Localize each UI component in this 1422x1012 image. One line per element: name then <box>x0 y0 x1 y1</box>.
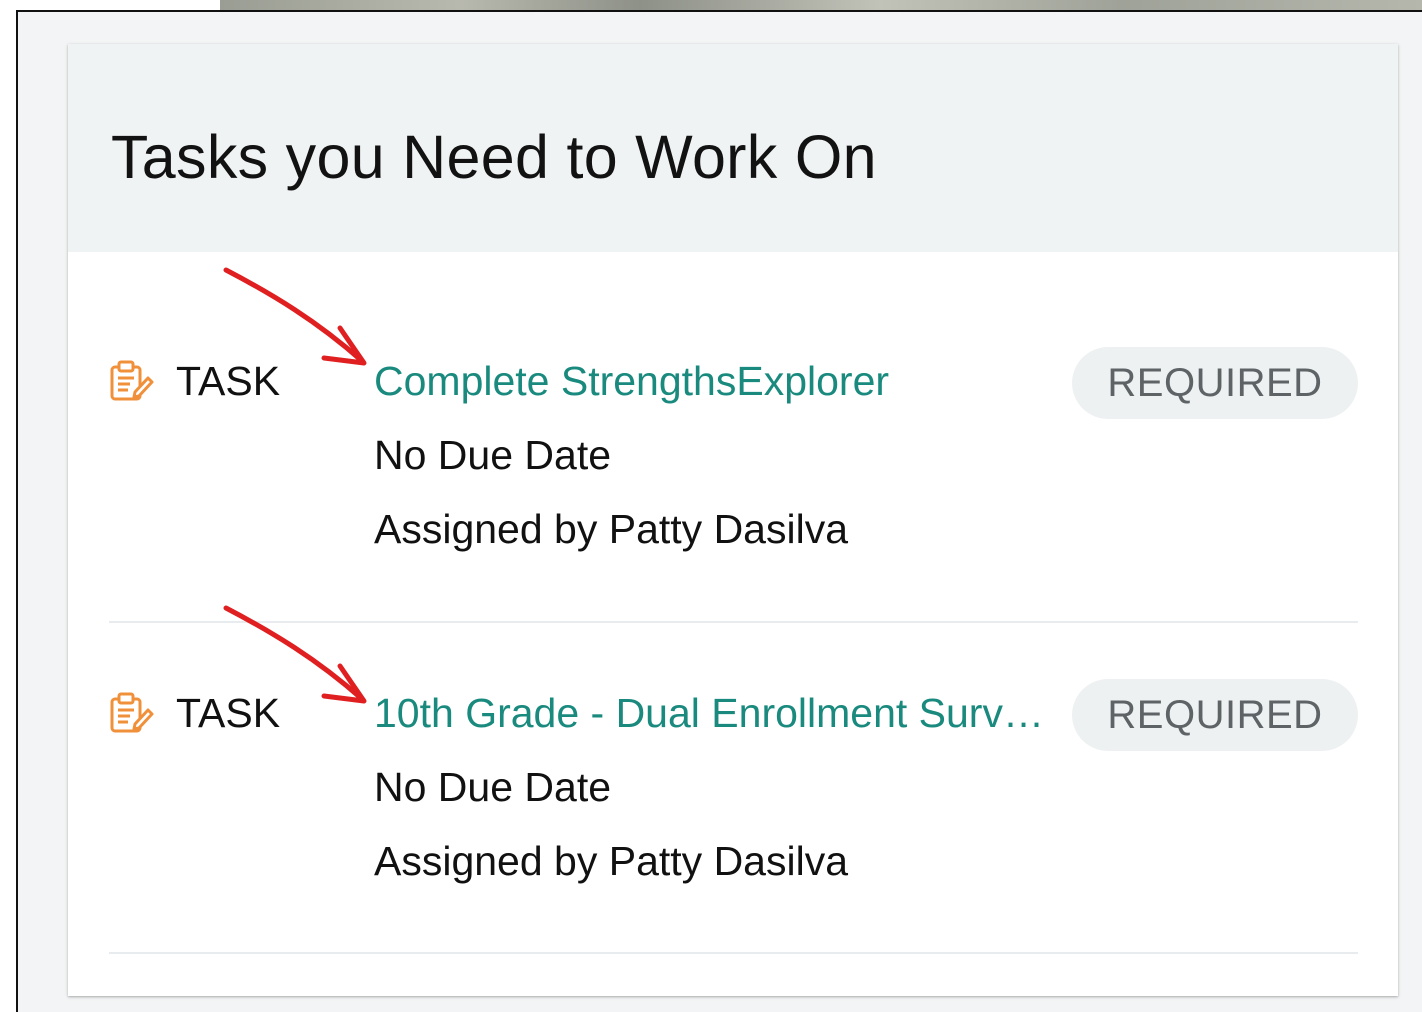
clipboard-edit-icon <box>108 690 154 736</box>
task-title-link[interactable]: 10th Grade - Dual Enrollment Survey <box>374 690 1044 737</box>
task-list-item: TASK 10th Grade - Dual Enrollment Survey… <box>68 676 1398 1006</box>
tasks-panel-header: Tasks you Need to Work On <box>68 44 1398 252</box>
task-assigned-by: Assigned by Patty Dasilva <box>374 838 849 884</box>
task-due-date: No Due Date <box>374 764 612 810</box>
required-badge: REQUIRED <box>1072 347 1358 419</box>
task-title-link[interactable]: Complete StrengthsExplorer <box>374 358 1044 405</box>
required-badge: REQUIRED <box>1072 679 1358 751</box>
divider <box>109 952 1358 954</box>
task-assigned-by: Assigned by Patty Dasilva <box>374 506 849 552</box>
tasks-panel: Tasks you Need to Work On TASK Complete … <box>68 44 1398 996</box>
panel-title: Tasks you Need to Work On <box>111 123 877 191</box>
background-photo-strip <box>220 0 1422 10</box>
task-due-date: No Due Date <box>374 432 612 478</box>
clipboard-edit-icon <box>108 358 154 404</box>
annotation-arrow <box>223 267 367 366</box>
annotation-arrow <box>223 605 367 704</box>
